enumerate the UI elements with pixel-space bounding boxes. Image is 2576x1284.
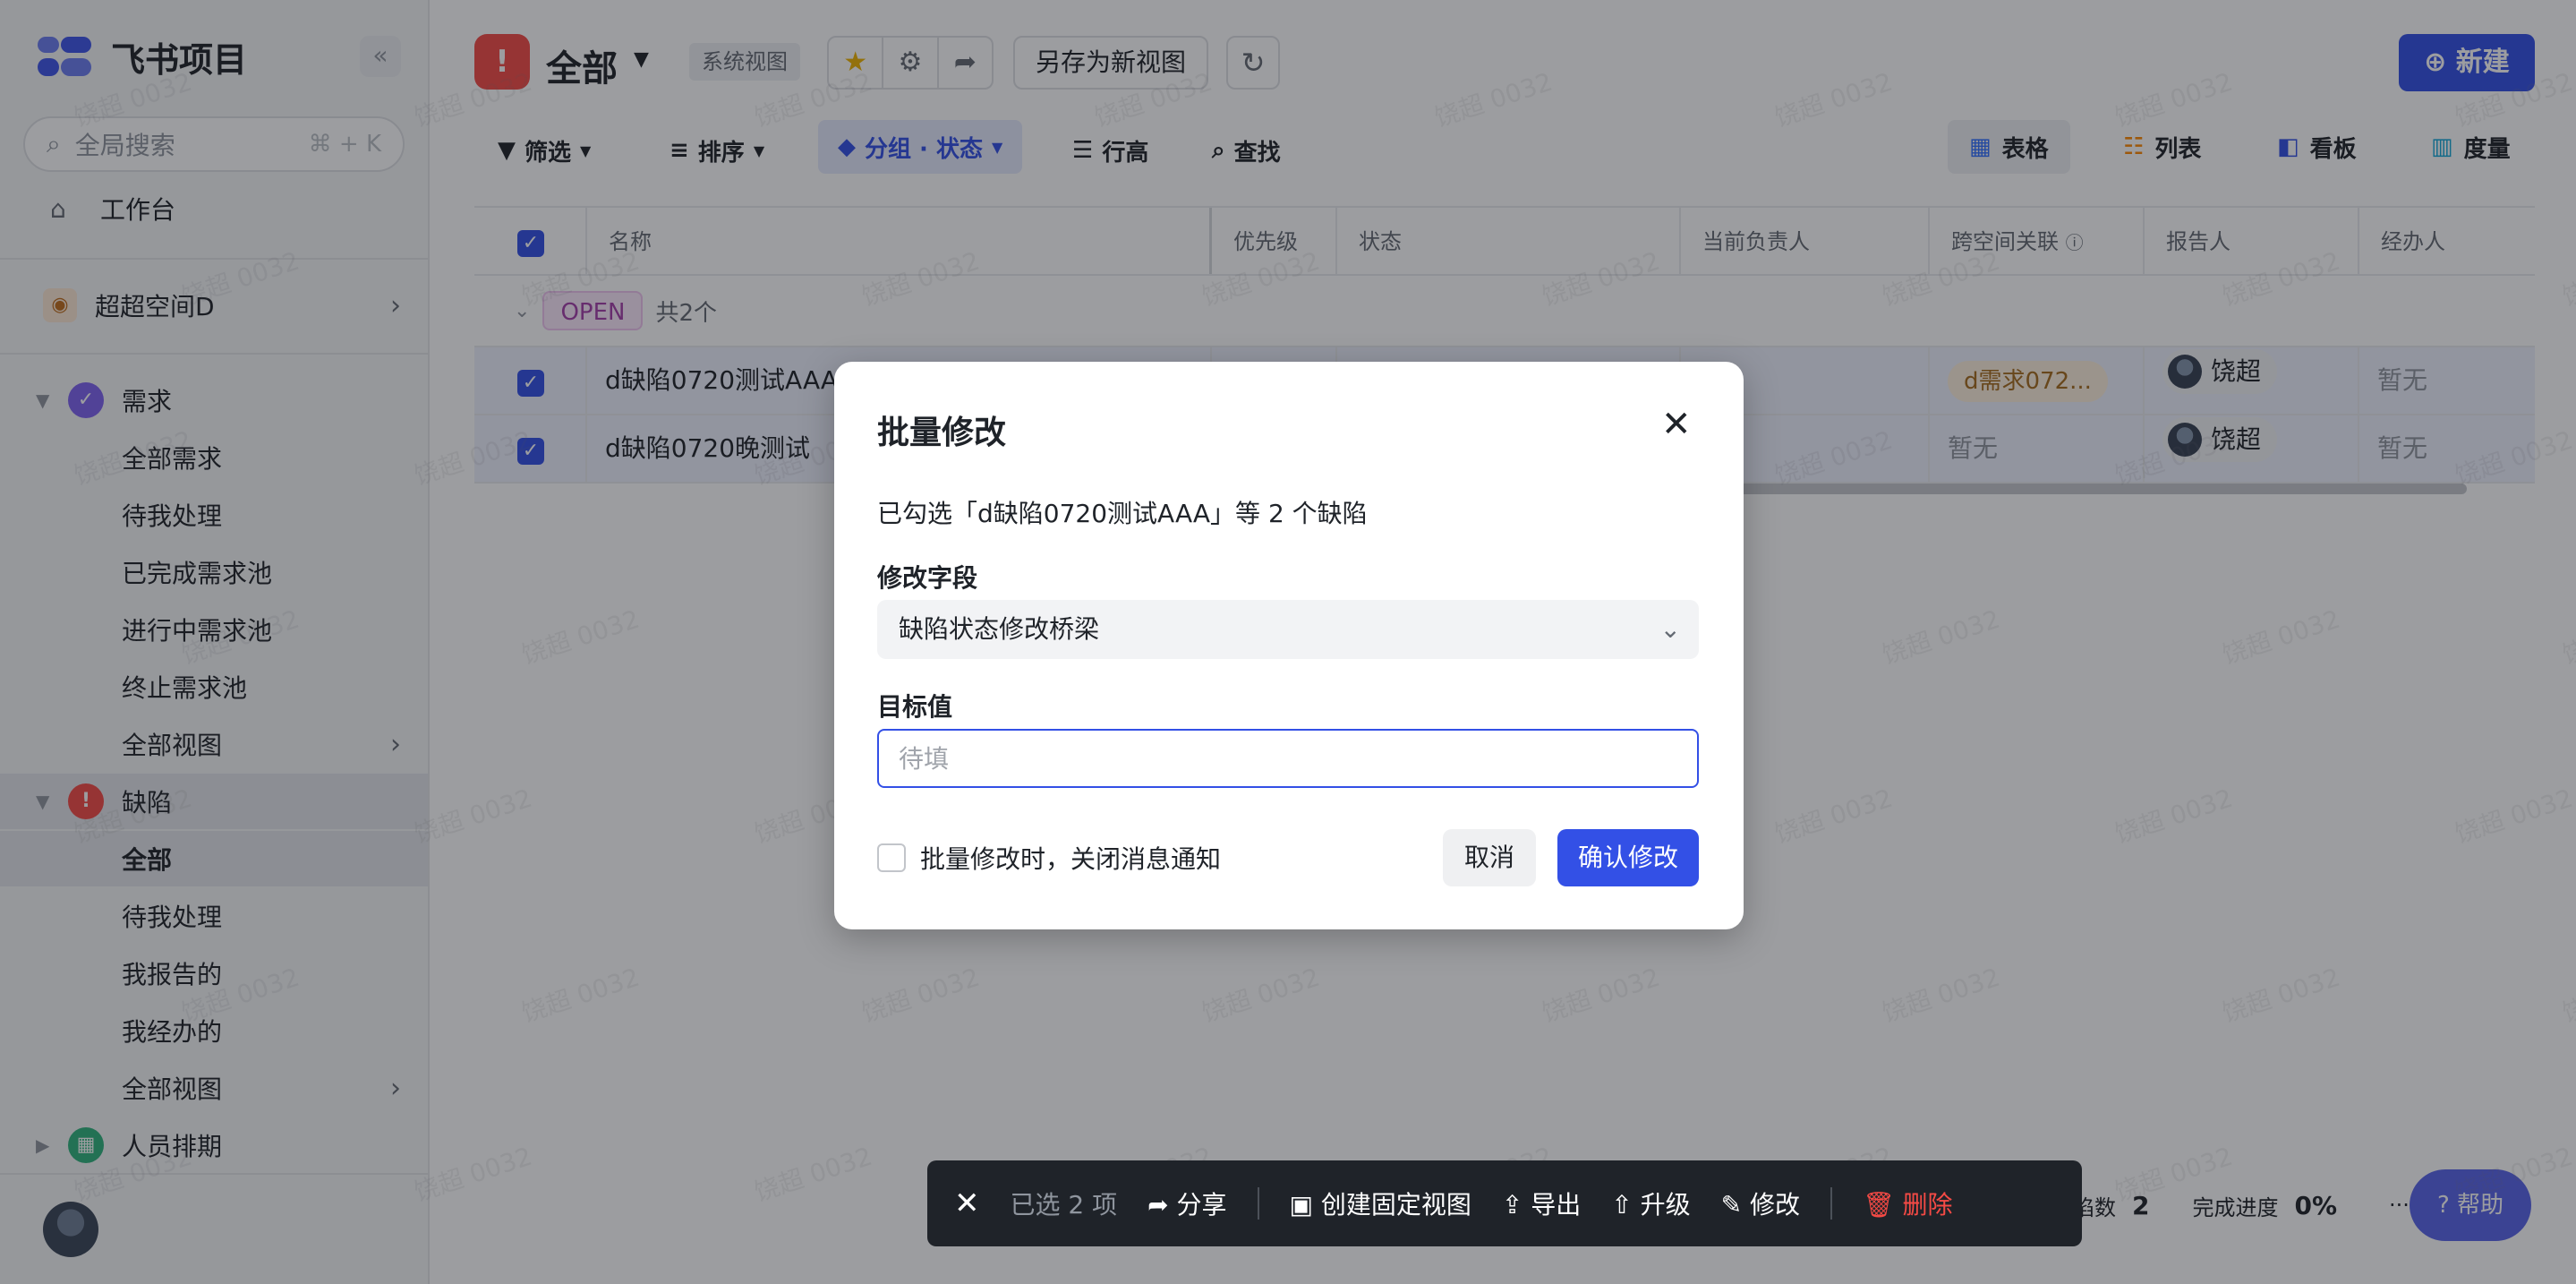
export-label: 导出: [1531, 1190, 1582, 1220]
delete-label: 删除: [1902, 1190, 1953, 1220]
field-select-value: 缺陷状态修改桥梁: [899, 614, 1100, 644]
modify-label: 修改: [1750, 1190, 1801, 1220]
cancel-button[interactable]: 取消: [1443, 829, 1536, 886]
notify-label: 批量修改时，关闭消息通知: [920, 844, 1222, 874]
delete-button[interactable]: 🗑 删除: [1863, 1186, 1952, 1221]
share-button[interactable]: ➦ 分享: [1147, 1186, 1226, 1221]
dialog-title: 批量修改: [877, 415, 1007, 451]
target-value-input[interactable]: [877, 729, 1699, 788]
close-icon[interactable]: ✕: [1661, 407, 1692, 442]
upgrade-label: 升级: [1640, 1190, 1691, 1220]
upgrade-button[interactable]: ⇧ 升级: [1611, 1186, 1690, 1221]
confirm-button[interactable]: 确认修改: [1557, 829, 1699, 886]
chevron-down-icon: ⌄: [1659, 614, 1681, 644]
target-label: 目标值: [877, 692, 953, 722]
close-icon[interactable]: ✕: [954, 1186, 980, 1221]
divider: [1830, 1187, 1833, 1220]
create-fixed-view-button[interactable]: ▣ 创建固定视图: [1290, 1186, 1471, 1221]
dialog-description: 已勾选「d缺陷0720测试AAA」等 2 个缺陷: [877, 499, 1368, 528]
field-select[interactable]: 缺陷状态修改桥梁 ⌄: [877, 600, 1699, 659]
field-label: 修改字段: [877, 563, 978, 593]
export-button[interactable]: ⇪ 导出: [1502, 1186, 1581, 1221]
app-root: 飞书项目 « ⌕ 全局搜索 ⌘ + K ⌂ 工作台 ◉ 超超空间D › ▼ ✓ …: [0, 0, 2576, 1284]
selected-count: 已选 2 项: [1010, 1190, 1118, 1220]
divider: [1257, 1187, 1259, 1220]
batch-action-bar: ✕ 已选 2 项 ➦ 分享 ▣ 创建固定视图 ⇪ 导出 ⇧ 升级 ✎ 修改 🗑 …: [927, 1160, 2082, 1246]
modify-button[interactable]: ✎ 修改: [1721, 1186, 1800, 1221]
notify-option[interactable]: 批量修改时，关闭消息通知: [877, 840, 1221, 876]
notify-checkbox[interactable]: [877, 843, 906, 872]
batch-edit-dialog: 批量修改 ✕ 已勾选「d缺陷0720测试AAA」等 2 个缺陷 修改字段 缺陷状…: [834, 362, 1744, 929]
share-label: 分享: [1176, 1190, 1227, 1220]
create-fixed-view-label: 创建固定视图: [1320, 1190, 1471, 1220]
